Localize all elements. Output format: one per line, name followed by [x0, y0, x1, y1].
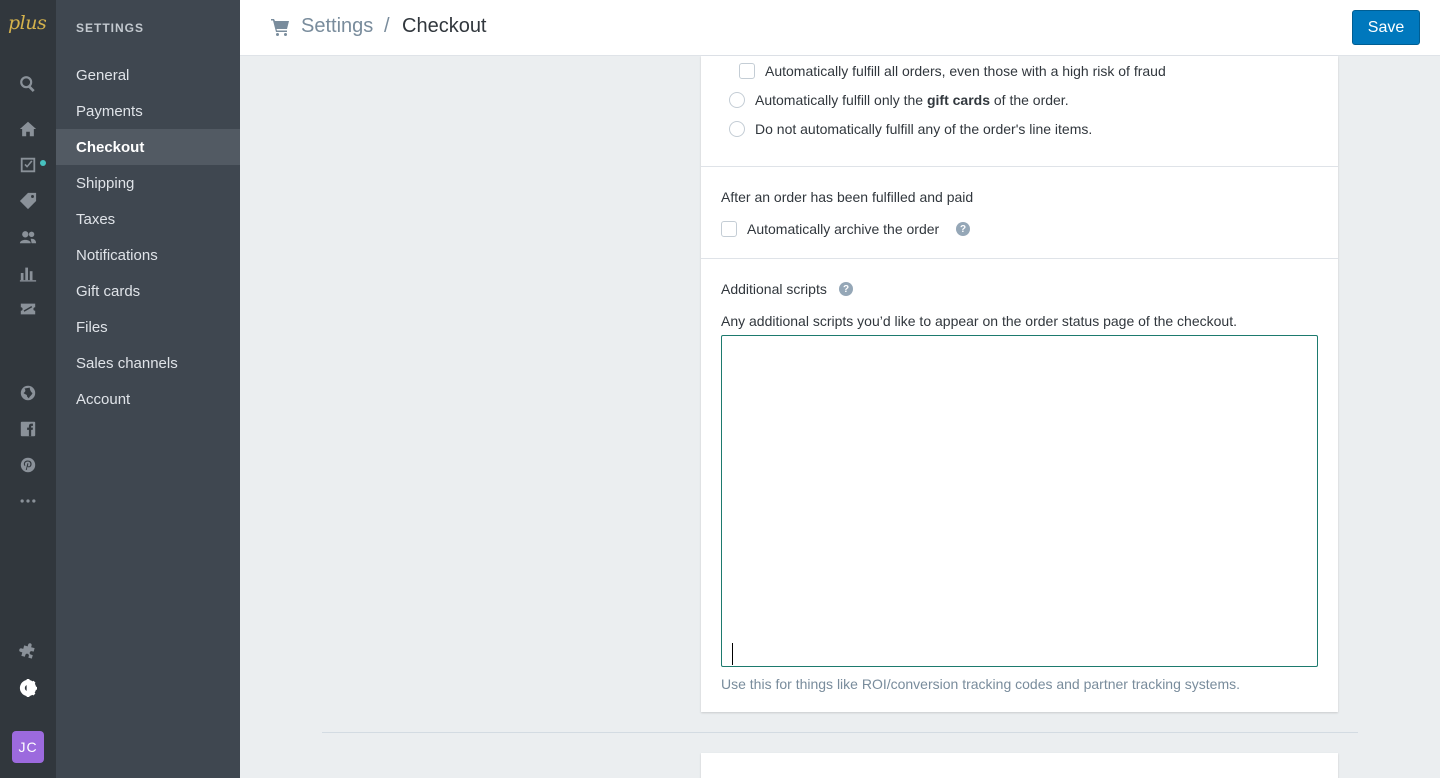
auto-archive-label: Automatically archive the order: [747, 221, 940, 237]
nav-item-taxes[interactable]: Taxes: [56, 201, 240, 237]
scripts-help-icon[interactable]: ?: [839, 282, 853, 296]
apps-icon[interactable]: [18, 642, 38, 662]
fulfill-high-risk-label: Automatically fulfill all orders, even t…: [765, 63, 1166, 79]
checkout-settings-card: Automatically fulfill all orders, even t…: [701, 56, 1338, 712]
plus-logo[interactable]: plus: [8, 12, 47, 34]
text-caret: [732, 643, 733, 665]
pinterest-icon[interactable]: [18, 455, 38, 475]
next-settings-card: [701, 753, 1338, 778]
search-icon[interactable]: [18, 74, 38, 94]
section-divider: [701, 166, 1338, 167]
more-icon[interactable]: [18, 491, 38, 511]
scripts-heading: Additional scripts: [721, 281, 827, 297]
archive-heading: After an order has been fulfilled and pa…: [721, 189, 974, 205]
home-icon[interactable]: [18, 119, 38, 139]
analytics-icon[interactable]: [18, 263, 38, 283]
fulfill-gift-cards-label: Automatically fulfill only the gift card…: [755, 92, 1069, 108]
fulfill-none-label: Do not automatically fulfill any of the …: [755, 121, 1093, 137]
settings-icon[interactable]: [18, 678, 38, 698]
fulfill-none-radio[interactable]: [729, 121, 745, 137]
nav-item-files[interactable]: Files: [56, 309, 240, 345]
nav-item-checkout[interactable]: Checkout: [56, 129, 240, 165]
breadcrumb-separator: /: [384, 15, 390, 37]
nav-item-gift-cards[interactable]: Gift cards: [56, 273, 240, 309]
orders-icon[interactable]: [18, 155, 38, 175]
fulfill-gift-cards-radio[interactable]: [729, 92, 745, 108]
top-bar: Settings / Checkout Save: [240, 0, 1440, 56]
scripts-hint: Use this for things like ROI/conversion …: [721, 676, 1240, 692]
scripts-description: Any additional scripts you’d like to app…: [721, 313, 1237, 329]
additional-scripts-textarea[interactable]: [721, 335, 1318, 667]
icon-rail: plus JC: [0, 0, 56, 778]
customers-icon[interactable]: [18, 227, 38, 247]
tag-icon[interactable]: [18, 191, 38, 211]
nav-item-payments[interactable]: Payments: [56, 93, 240, 129]
user-avatar[interactable]: JC: [12, 731, 44, 763]
notification-dot: [40, 160, 46, 166]
auto-archive-help-icon[interactable]: ?: [956, 222, 970, 236]
nav-item-general[interactable]: General: [56, 57, 240, 93]
settings-nav: SETTINGS General Payments Checkout Shipp…: [56, 0, 240, 778]
globe-icon[interactable]: [18, 383, 38, 403]
nav-item-sales-channels[interactable]: Sales channels: [56, 345, 240, 381]
facebook-icon[interactable]: [18, 419, 38, 439]
auto-archive-checkbox[interactable]: [721, 221, 737, 237]
gift-cards-emphasis: gift cards: [926, 92, 990, 108]
cart-icon: [270, 17, 290, 37]
page-divider: [322, 732, 1358, 733]
breadcrumb-settings[interactable]: Settings: [301, 15, 373, 38]
page-title: Checkout: [402, 15, 487, 37]
section-divider: [701, 258, 1338, 259]
nav-item-account[interactable]: Account: [56, 381, 240, 417]
nav-item-shipping[interactable]: Shipping: [56, 165, 240, 201]
fulfill-high-risk-checkbox[interactable]: [739, 63, 755, 79]
save-button[interactable]: Save: [1352, 10, 1420, 45]
discounts-icon[interactable]: [18, 299, 38, 319]
nav-heading: SETTINGS: [76, 21, 145, 35]
nav-item-notifications[interactable]: Notifications: [56, 237, 240, 273]
